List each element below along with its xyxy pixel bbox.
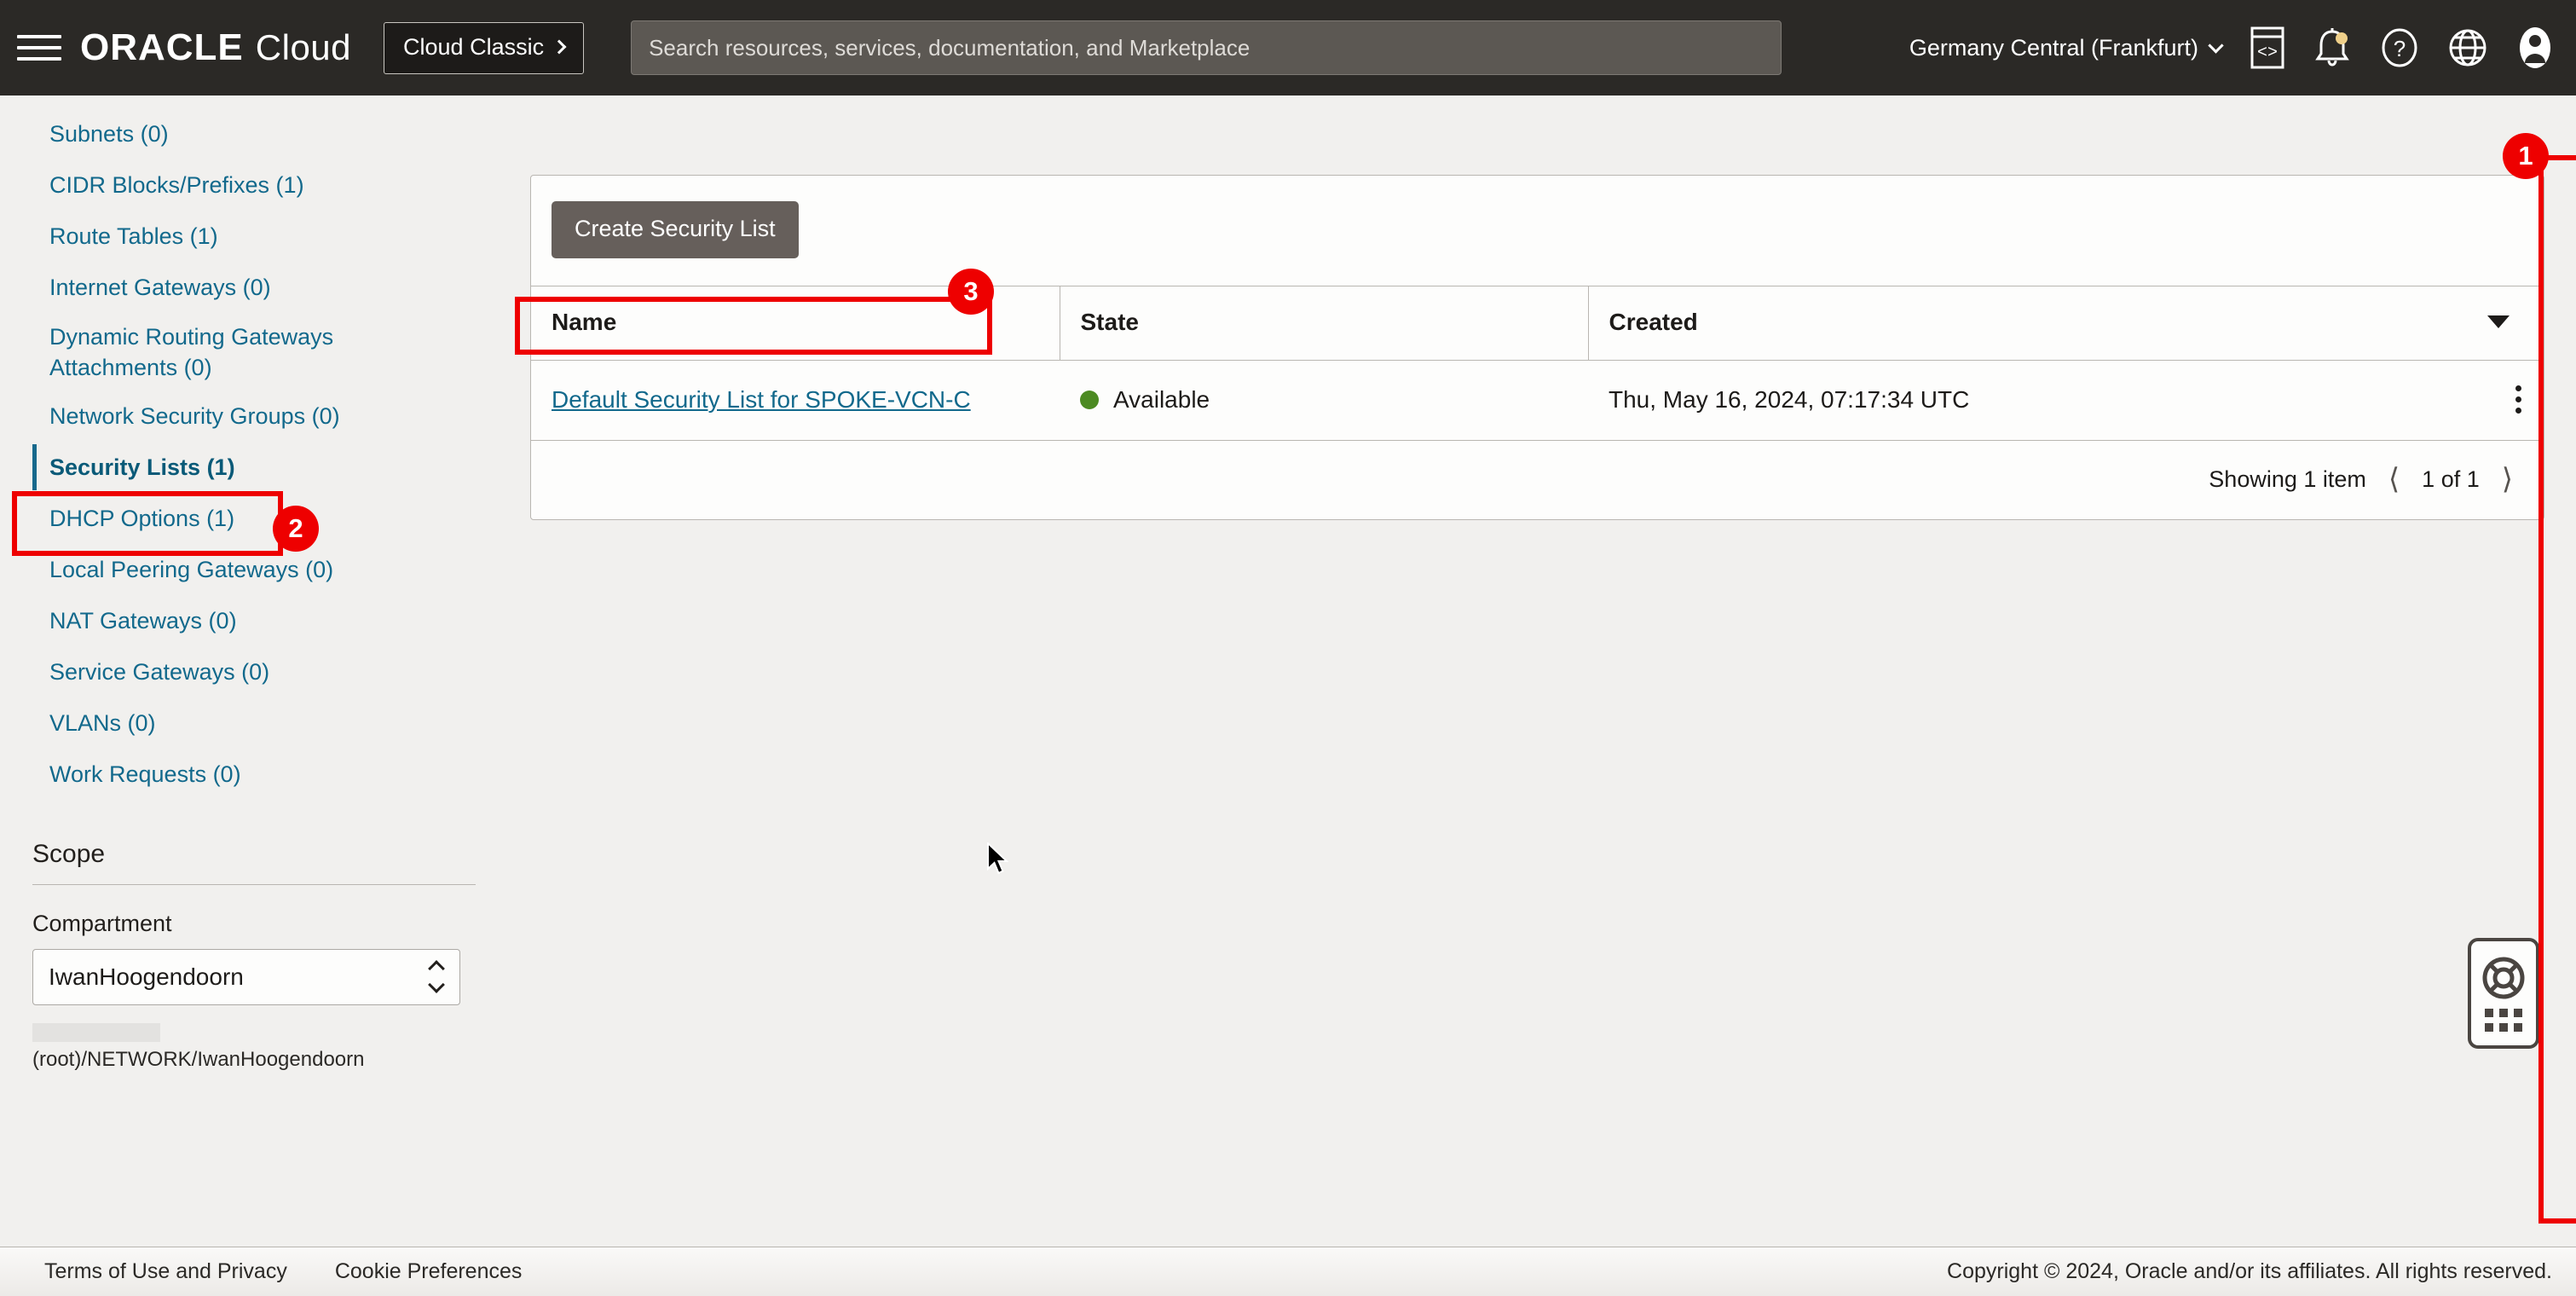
search-input[interactable]: [631, 20, 1782, 75]
sidebar-item-subnets[interactable]: Subnets (0): [0, 109, 460, 160]
scope-section: Scope Compartment IwanHoogendoorn (root)…: [0, 840, 477, 1074]
sidebar-item-nat-gateways[interactable]: NAT Gateways (0): [0, 596, 460, 647]
terms-of-use-link[interactable]: Terms of Use and Privacy: [44, 1259, 287, 1284]
left-sidebar: Subnets (0) CIDR Blocks/Prefixes (1) Rou…: [0, 95, 513, 1247]
copyright-text: Copyright © 2024, Oracle and/or its affi…: [1947, 1259, 2552, 1283]
column-header-created[interactable]: Created: [1588, 286, 2544, 361]
status-dot-icon: [1080, 390, 1099, 409]
hamburger-line: [17, 57, 61, 61]
page-footer: Terms of Use and Privacy Cookie Preferen…: [0, 1247, 2576, 1296]
created-cell-wrap: Thu, May 16, 2024, 07:17:34 UTC: [1609, 382, 2544, 417]
table-row[interactable]: Default Security List for SPOKE-VCN-C Av…: [531, 360, 2544, 441]
search-container: [631, 20, 1782, 75]
create-security-list-button[interactable]: Create Security List: [552, 201, 799, 258]
region-selector[interactable]: Germany Central (Frankfurt): [1909, 34, 2224, 61]
cloud-classic-button[interactable]: Cloud Classic: [384, 21, 585, 74]
pagination-prev-icon[interactable]: ⟨: [2388, 465, 2400, 494]
brand-cloud-text: Cloud: [255, 27, 352, 67]
table-pagination: Showing 1 item ⟨ 1 of 1 ⟩: [531, 441, 2544, 519]
compartment-path: (root)/NETWORK/IwanHoogendoorn: [32, 1019, 460, 1074]
hamburger-line: [17, 46, 61, 49]
oracle-cloud-logo[interactable]: ORACLE Cloud: [80, 26, 351, 69]
sort-descending-caret-icon[interactable]: [2487, 315, 2510, 328]
cloud-classic-label: Cloud Classic: [403, 33, 545, 60]
cloud-shell-icon[interactable]: <>: [2250, 26, 2284, 69]
hamburger-line: [17, 35, 61, 38]
help-question-icon[interactable]: ?: [2380, 26, 2419, 69]
sidebar-item-service-gateways[interactable]: Service Gateways (0): [0, 647, 460, 698]
table-header-row: Name State Created: [531, 286, 2544, 361]
chevron-right-icon: [552, 39, 567, 55]
lifesaver-icon: [2482, 957, 2525, 998]
panel-toolbar: Create Security List: [531, 176, 2544, 286]
redacted-block: [32, 1023, 160, 1043]
compartment-selected-value: IwanHoogendoorn: [49, 963, 244, 990]
language-globe-icon[interactable]: [2448, 26, 2487, 69]
annotation-badge-2: 2: [273, 506, 319, 552]
annotation-badge-3: 3: [948, 269, 994, 315]
status-label: Available: [1113, 385, 1210, 413]
sidebar-item-route-tables[interactable]: Route Tables (1): [0, 211, 460, 263]
sidebar-item-network-security-groups[interactable]: Network Security Groups (0): [0, 391, 460, 443]
sidebar-item-work-requests[interactable]: Work Requests (0): [0, 749, 460, 801]
table-body: Default Security List for SPOKE-VCN-C Av…: [531, 360, 2544, 441]
cell-created: Thu, May 16, 2024, 07:17:34 UTC: [1588, 360, 2544, 441]
compartment-label: Compartment: [32, 910, 172, 936]
showing-count-label: Showing 1 item: [2209, 466, 2366, 492]
chevron-down-icon: [2208, 37, 2224, 54]
sidebar-item-internet-gateways[interactable]: Internet Gateways (0): [0, 263, 460, 314]
column-header-created-label: Created: [1609, 309, 1698, 335]
sidebar-item-dhcp-options[interactable]: DHCP Options (1): [0, 494, 460, 545]
scope-divider: [32, 883, 476, 885]
sidebar-item-drg-attachments[interactable]: Dynamic Routing Gateways Attachments (0): [0, 314, 460, 392]
created-timestamp: Thu, May 16, 2024, 07:17:34 UTC: [1609, 385, 1970, 413]
sidebar-item-vlans[interactable]: VLANs (0): [0, 698, 460, 749]
footer-links: Terms of Use and Privacy Cookie Preferen…: [44, 1259, 522, 1284]
compartment-path-text: (root)/NETWORK/IwanHoogendoorn: [32, 1048, 365, 1072]
hamburger-menu-icon[interactable]: [17, 31, 61, 65]
sidebar-item-security-lists[interactable]: Security Lists (1): [0, 443, 460, 494]
top-header-bar: ORACLE Cloud Cloud Classic Germany Centr…: [0, 0, 2576, 95]
security-lists-table: Name State Created Default Security List…: [531, 286, 2544, 441]
user-avatar-icon[interactable]: [2516, 26, 2554, 70]
sidebar-item-cidr-blocks[interactable]: CIDR Blocks/Prefixes (1): [0, 160, 460, 211]
main-content: Create Security List Name State Created …: [513, 95, 2576, 1247]
app-grid-icon: [2485, 1008, 2522, 1032]
help-support-widget[interactable]: [2468, 938, 2539, 1049]
security-lists-panel: Create Security List Name State Created …: [530, 175, 2544, 520]
brand-oracle-text: ORACLE: [80, 26, 244, 68]
sidebar-item-local-peering-gateways[interactable]: Local Peering Gateways (0): [0, 545, 460, 596]
compartment-select[interactable]: IwanHoogendoorn: [32, 948, 460, 1005]
column-header-state[interactable]: State: [1060, 286, 1589, 361]
svg-text:<>: <>: [2257, 43, 2278, 63]
header-actions: Germany Central (Frankfurt) <> ?: [1909, 26, 2554, 70]
row-actions-kebab-icon[interactable]: [2512, 382, 2525, 417]
notifications-bell-icon[interactable]: [2313, 26, 2351, 69]
annotation-badge-1: 1: [2503, 133, 2549, 179]
pagination-page-label: 1 of 1: [2422, 466, 2480, 492]
cell-state: Available: [1060, 360, 1588, 441]
svg-text:?: ?: [2394, 36, 2406, 61]
status-badge: Available: [1080, 386, 1588, 414]
table-header: Name State Created: [531, 286, 2544, 361]
cell-name: Default Security List for SPOKE-VCN-C: [531, 360, 1060, 441]
pagination-next-icon[interactable]: ⟩: [2502, 465, 2513, 494]
security-list-link[interactable]: Default Security List for SPOKE-VCN-C: [552, 386, 971, 413]
region-label: Germany Central (Frankfurt): [1909, 34, 2198, 61]
select-stepper-icon: [428, 960, 445, 994]
cookie-preferences-link[interactable]: Cookie Preferences: [335, 1259, 523, 1284]
scope-heading: Scope: [32, 839, 106, 868]
